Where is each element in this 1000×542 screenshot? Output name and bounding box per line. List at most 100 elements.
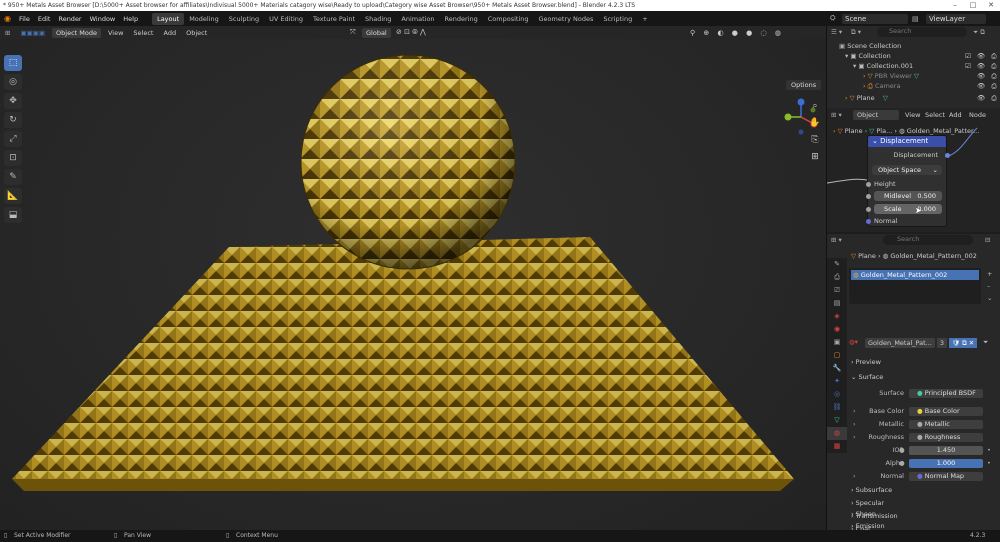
section-sheen[interactable]: › Sheen bbox=[851, 510, 876, 518]
output-socket[interactable] bbox=[945, 153, 950, 158]
surface-shader-field[interactable]: ● Principled BSDF bbox=[909, 389, 983, 398]
select-box-icon[interactable]: ▣▣▣▣ bbox=[15, 29, 50, 37]
material-slots-list[interactable]: ◍ Golden_Metal_Pattern_002 bbox=[849, 268, 981, 304]
world-tab-icon[interactable]: ◉ bbox=[827, 323, 847, 336]
shader-node-editor[interactable]: ⊞ ▾ Object View Select Add Node › ▽ Plan… bbox=[827, 108, 1000, 232]
outliner-item-collection-001[interactable]: ▾ ▣ Collection.001 bbox=[853, 62, 913, 70]
outliner-item-camera[interactable]: › ⎙ Camera bbox=[863, 82, 900, 91]
section-emission[interactable]: › Emission bbox=[851, 522, 885, 530]
section-subsurface[interactable]: › Subsurface bbox=[851, 486, 892, 494]
base-color-field[interactable]: ● Base Color bbox=[909, 407, 983, 416]
outliner-search-input[interactable]: Search bbox=[877, 27, 967, 37]
blender-logo-icon[interactable]: ◉ bbox=[0, 14, 15, 23]
physics-tab-icon[interactable]: ◎ bbox=[827, 388, 847, 401]
tab-texture-paint[interactable]: Texture Paint bbox=[308, 13, 360, 25]
material-slot-item[interactable]: ◍ Golden_Metal_Pattern_002 bbox=[851, 270, 979, 280]
menu-help[interactable]: Help bbox=[119, 15, 142, 23]
properties-search-input[interactable]: Search bbox=[883, 235, 973, 245]
menu-add[interactable]: Add bbox=[158, 29, 181, 37]
visibility-toggles[interactable]: ☑ 👁 ⎙ bbox=[965, 62, 998, 71]
data-tab-icon[interactable]: ▽ bbox=[827, 414, 847, 427]
tab-uv-editing[interactable]: UV Editing bbox=[264, 13, 308, 25]
pivot-icon[interactable]: ⊘ ⊡ ⦾ ⋀ bbox=[396, 28, 426, 37]
browse-material-icon[interactable]: ◍▾ bbox=[849, 338, 858, 346]
view-layer-selector[interactable]: ViewLayer bbox=[926, 13, 986, 24]
section-preview[interactable]: › Preview bbox=[851, 358, 881, 366]
rotate-tool-icon[interactable]: ↻ bbox=[4, 112, 22, 128]
tab-sculpting[interactable]: Sculpting bbox=[224, 13, 264, 25]
cursor-tool-icon[interactable]: ◎ bbox=[4, 74, 22, 90]
roughness-field[interactable]: ● Roughness bbox=[909, 433, 983, 442]
menu-render[interactable]: Render bbox=[54, 15, 85, 23]
midlevel-socket[interactable] bbox=[866, 194, 871, 199]
visibility-toggles[interactable]: 👁 ⎙ bbox=[977, 94, 999, 103]
viewport-shading-icons[interactable]: ⚲ ⊕ ◐ ● ● ◌ ◍ bbox=[690, 29, 784, 37]
section-surface[interactable]: ⌄ Surface bbox=[851, 373, 883, 381]
annotate-tool-icon[interactable]: ✎ bbox=[4, 169, 22, 185]
editor-type-icon[interactable]: ⊞ bbox=[0, 29, 15, 37]
menu-view[interactable]: View bbox=[103, 29, 128, 37]
keyframe-icon[interactable]: • bbox=[987, 446, 991, 454]
minimize-icon[interactable]: – bbox=[946, 0, 964, 11]
outliner-item-plane[interactable]: › ▽ Plane ▽ bbox=[845, 94, 888, 102]
outliner-editor-icon[interactable]: ☰ ▾ bbox=[831, 28, 842, 36]
particles-tab-icon[interactable]: ✦ bbox=[827, 375, 847, 388]
menu-select[interactable]: Select bbox=[128, 29, 158, 37]
scale-socket[interactable] bbox=[866, 207, 871, 212]
metallic-field[interactable]: ● Metallic bbox=[909, 420, 983, 429]
material-tab-icon[interactable]: ◍ bbox=[827, 427, 847, 440]
scale-field[interactable]: Scale 0.000 bbox=[874, 204, 942, 214]
view-layer-tab-icon[interactable]: ▤ bbox=[827, 297, 847, 310]
tab-compositing[interactable]: Compositing bbox=[483, 13, 534, 25]
grid-view-icon[interactable]: ⊞ bbox=[808, 152, 822, 166]
outliner-filter-icon[interactable]: ⧉ ▾ bbox=[851, 28, 861, 37]
fake-user-duplicate-icons[interactable]: 🛡 ⧉ ✕ bbox=[949, 338, 977, 348]
transform-tool-icon[interactable]: ⊡ bbox=[4, 150, 22, 166]
pin-icon[interactable]: ⊟ bbox=[985, 236, 990, 244]
scale-tool-icon[interactable]: ⤢ bbox=[4, 131, 22, 147]
3d-viewport[interactable]: Options ⬚ ◎ ✥ ↻ ⤢ ⊡ ✎ 📐 ⬓ ⌕ ✋ ⎘ ⊞ bbox=[0, 39, 826, 530]
scene-selector[interactable]: Scene bbox=[842, 13, 908, 24]
midlevel-field[interactable]: Midlevel 0.500 bbox=[874, 191, 942, 201]
outliner-item-pbr-viewer[interactable]: › ▽ PBR Viewer ▽ bbox=[863, 72, 919, 80]
tab-shading[interactable]: Shading bbox=[360, 13, 396, 25]
outliner-item-scene-collection[interactable]: ▣ Scene Collection bbox=[839, 42, 901, 50]
tab-geometry-nodes[interactable]: Geometry Nodes bbox=[534, 13, 599, 25]
modifier-tab-icon[interactable]: 🔧 bbox=[827, 362, 847, 375]
tab-rendering[interactable]: Rendering bbox=[440, 13, 483, 25]
measure-tool-icon[interactable]: 📐 bbox=[4, 188, 22, 204]
material-name-field[interactable]: Golden_Metal_Pat... bbox=[865, 338, 935, 348]
tab-modeling[interactable]: Modeling bbox=[184, 13, 224, 25]
visibility-toggles[interactable]: 👁 ⎙ bbox=[977, 82, 999, 91]
node-header[interactable]: ⌄ Displacement bbox=[868, 136, 946, 147]
visibility-toggles[interactable]: 👁 ⎙ bbox=[977, 72, 999, 81]
object-tab-icon[interactable]: ▢ bbox=[827, 349, 847, 362]
transform-orientation-dropdown[interactable]: Global bbox=[362, 27, 391, 38]
menu-object[interactable]: Object bbox=[181, 29, 212, 37]
tab-layout[interactable]: Layout bbox=[152, 12, 185, 25]
normal-field[interactable]: ● Normal Map bbox=[909, 472, 983, 481]
slot-buttons[interactable]: + – ⌄ bbox=[987, 268, 992, 304]
ior-field[interactable]: 1.450 bbox=[909, 446, 983, 455]
scene-tab-icon[interactable]: ◈ bbox=[827, 310, 847, 323]
displacement-node[interactable]: ⌄ Displacement Displacement Object Space… bbox=[866, 135, 950, 227]
keyframe-icon[interactable]: • bbox=[987, 459, 991, 467]
tool-tab-icon[interactable]: ✎ bbox=[827, 258, 847, 271]
filter-icon[interactable]: ⏷ bbox=[983, 338, 988, 347]
mode-dropdown[interactable]: Object Mode bbox=[52, 27, 101, 38]
maximize-icon[interactable]: □ bbox=[964, 0, 982, 11]
add-cube-tool-icon[interactable]: ⬓ bbox=[4, 207, 22, 223]
zoom-icon[interactable]: ⌕ bbox=[808, 101, 822, 115]
outliner-filter-funnel-icon[interactable]: ⏷ ⧉ bbox=[973, 28, 985, 37]
select-tool-icon[interactable]: ⬚ bbox=[4, 55, 22, 71]
collapse-icon[interactable]: ⌄ bbox=[872, 137, 880, 145]
tab-animation[interactable]: Animation bbox=[396, 13, 439, 25]
menu-edit[interactable]: Edit bbox=[34, 15, 55, 23]
menu-window[interactable]: Window bbox=[86, 15, 120, 23]
camera-view-icon[interactable]: ⎘ bbox=[808, 135, 822, 149]
render-tab-icon[interactable]: ⎙ bbox=[827, 271, 847, 284]
tab-scripting[interactable]: Scripting bbox=[598, 13, 637, 25]
add-workspace-button[interactable]: + bbox=[637, 13, 652, 25]
menu-file[interactable]: File bbox=[15, 15, 34, 23]
material-users[interactable]: 3 bbox=[937, 338, 947, 348]
